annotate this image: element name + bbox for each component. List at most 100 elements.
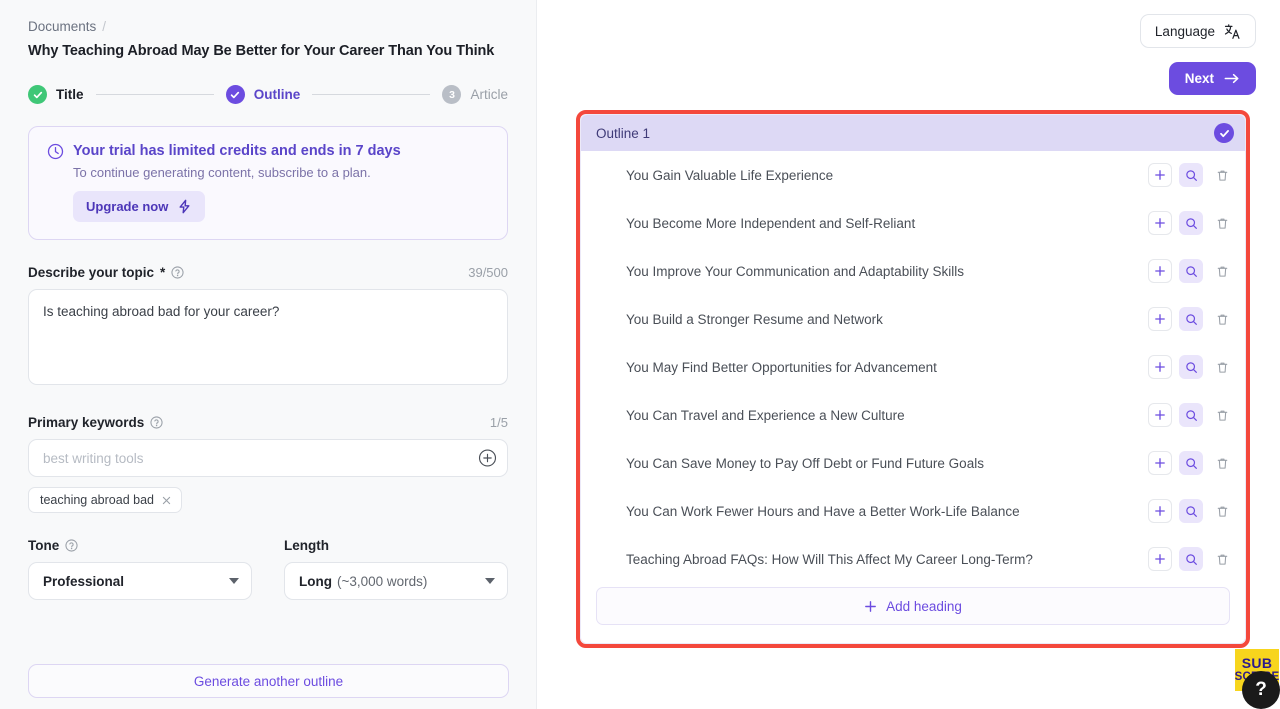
step-connector-2 bbox=[312, 94, 431, 95]
keyword-input[interactable] bbox=[28, 439, 508, 477]
clock-icon bbox=[47, 143, 64, 160]
tone-field-header: Tone bbox=[28, 538, 252, 553]
tone-label: Tone bbox=[28, 538, 60, 553]
keyword-chip-list: teaching abroad bad bbox=[28, 487, 508, 513]
magnifier-icon[interactable] bbox=[1179, 259, 1203, 283]
row-action-group bbox=[1148, 403, 1234, 427]
close-icon[interactable] bbox=[161, 495, 172, 506]
row-action-group bbox=[1148, 547, 1234, 571]
keywords-label-group: Primary keywords bbox=[28, 415, 163, 430]
trash-icon[interactable] bbox=[1210, 163, 1234, 187]
plus-circle-icon[interactable] bbox=[478, 449, 497, 468]
plus-icon[interactable] bbox=[1148, 451, 1172, 475]
row-action-group bbox=[1148, 163, 1234, 187]
trash-icon[interactable] bbox=[1210, 403, 1234, 427]
outline-heading-text: You Gain Valuable Life Experience bbox=[626, 167, 834, 183]
help-button[interactable]: ? bbox=[1242, 671, 1280, 709]
keywords-field-header: Primary keywords 1/5 bbox=[28, 415, 508, 430]
outline-row[interactable]: You Can Work Fewer Hours and Have a Bett… bbox=[581, 487, 1234, 535]
magnifier-icon[interactable] bbox=[1179, 355, 1203, 379]
plus-icon[interactable] bbox=[1148, 163, 1172, 187]
length-select[interactable]: Long (~3,000 words) bbox=[284, 562, 508, 600]
upgrade-button-label: Upgrade now bbox=[86, 199, 169, 214]
breadcrumb-documents-link[interactable]: Documents bbox=[28, 19, 96, 34]
step-number-badge: 3 bbox=[442, 85, 462, 104]
step-label-outline: Outline bbox=[253, 87, 301, 102]
magnifier-icon[interactable] bbox=[1179, 211, 1203, 235]
length-label-group: Length bbox=[284, 538, 329, 553]
progress-stepper: Title Outline 3 Article bbox=[28, 85, 508, 104]
plus-icon[interactable] bbox=[1148, 355, 1172, 379]
help-icon[interactable] bbox=[150, 416, 163, 429]
magnifier-icon[interactable] bbox=[1179, 451, 1203, 475]
subscribe-line-1: SUB bbox=[1241, 655, 1273, 672]
trash-icon[interactable] bbox=[1210, 547, 1234, 571]
trash-icon[interactable] bbox=[1210, 451, 1234, 475]
plus-icon[interactable] bbox=[1148, 211, 1172, 235]
plus-icon[interactable] bbox=[1148, 403, 1172, 427]
trash-icon[interactable] bbox=[1210, 307, 1234, 331]
outline-row[interactable]: You Gain Valuable Life Experience bbox=[581, 151, 1234, 199]
tone-select[interactable]: Professional bbox=[28, 562, 252, 600]
outline-row[interactable]: You Become More Independent and Self-Rel… bbox=[581, 199, 1234, 247]
outline-heading-text: You Can Save Money to Pay Off Debt or Fu… bbox=[626, 455, 984, 471]
top-action-bar: Language Next bbox=[1139, 14, 1256, 95]
tone-length-row: Tone Professional Length Long (~3,000 wo… bbox=[28, 538, 508, 600]
outline-heading-text: You Become More Independent and Self-Rel… bbox=[626, 215, 916, 231]
length-label: Length bbox=[284, 538, 329, 553]
language-button[interactable]: Language bbox=[1139, 14, 1256, 48]
keyword-chip-label: teaching abroad bad bbox=[40, 493, 154, 507]
outline-row[interactable]: Teaching Abroad FAQs: How Will This Affe… bbox=[581, 535, 1234, 583]
magnifier-icon[interactable] bbox=[1179, 547, 1203, 571]
outline-row[interactable]: You May Find Better Opportunities for Ad… bbox=[581, 343, 1234, 391]
magnifier-icon[interactable] bbox=[1179, 499, 1203, 523]
step-article[interactable]: 3 Article bbox=[442, 85, 508, 104]
outline-heading-text: You Build a Stronger Resume and Network bbox=[626, 311, 883, 327]
outline-row[interactable]: You Can Travel and Experience a New Cult… bbox=[581, 391, 1234, 439]
length-field-header: Length bbox=[284, 538, 508, 553]
trash-icon[interactable] bbox=[1210, 259, 1234, 283]
trash-icon[interactable] bbox=[1210, 211, 1234, 235]
magnifier-icon[interactable] bbox=[1179, 403, 1203, 427]
outline-heading-text: Teaching Abroad FAQs: How Will This Affe… bbox=[626, 551, 1033, 567]
help-icon[interactable] bbox=[65, 539, 78, 552]
plus-icon[interactable] bbox=[1148, 307, 1172, 331]
plus-icon bbox=[864, 600, 877, 613]
keyword-chip[interactable]: teaching abroad bad bbox=[28, 487, 182, 513]
outline-row[interactable]: You Can Save Money to Pay Off Debt or Fu… bbox=[581, 439, 1234, 487]
topic-label: Describe your topic bbox=[28, 265, 155, 280]
upgrade-now-button[interactable]: Upgrade now bbox=[73, 191, 206, 222]
add-heading-wrapper: Add heading bbox=[581, 583, 1245, 625]
tone-column: Tone Professional bbox=[28, 538, 252, 600]
step-label-article: Article bbox=[470, 87, 508, 102]
trash-icon[interactable] bbox=[1210, 499, 1234, 523]
step-connector-1 bbox=[95, 94, 214, 95]
magnifier-icon[interactable] bbox=[1179, 307, 1203, 331]
outline-row[interactable]: You Improve Your Communication and Adapt… bbox=[581, 247, 1234, 295]
lightning-bolt-icon bbox=[177, 199, 192, 214]
trash-icon[interactable] bbox=[1210, 355, 1234, 379]
outline-heading-text: You Can Travel and Experience a New Cult… bbox=[626, 407, 905, 423]
page-title: Why Teaching Abroad May Be Better for Yo… bbox=[28, 43, 495, 59]
translate-icon bbox=[1224, 23, 1241, 40]
step-title[interactable]: Title bbox=[28, 85, 84, 104]
left-config-panel: Documents / Why Teaching Abroad May Be B… bbox=[0, 0, 537, 709]
step-outline[interactable]: Outline bbox=[225, 85, 301, 104]
outline-card-header[interactable]: Outline 1 bbox=[581, 115, 1245, 151]
next-button[interactable]: Next bbox=[1168, 62, 1256, 95]
outline-row[interactable]: You Build a Stronger Resume and Network bbox=[581, 295, 1234, 343]
plus-icon[interactable] bbox=[1148, 547, 1172, 571]
generate-another-outline-button[interactable]: Generate another outline bbox=[28, 664, 509, 698]
row-action-group bbox=[1148, 355, 1234, 379]
keywords-label: Primary keywords bbox=[28, 415, 145, 430]
plus-icon[interactable] bbox=[1148, 499, 1172, 523]
subscribe-widget[interactable]: SUB SCRIBE ? bbox=[1230, 645, 1280, 709]
topic-input[interactable] bbox=[28, 289, 508, 385]
add-heading-button[interactable]: Add heading bbox=[596, 587, 1230, 625]
language-button-label: Language bbox=[1154, 23, 1215, 39]
plus-icon[interactable] bbox=[1148, 259, 1172, 283]
check-circle-icon[interactable] bbox=[1214, 123, 1234, 143]
help-icon[interactable] bbox=[171, 266, 184, 279]
keyword-input-wrapper bbox=[28, 439, 508, 477]
magnifier-icon[interactable] bbox=[1179, 163, 1203, 187]
